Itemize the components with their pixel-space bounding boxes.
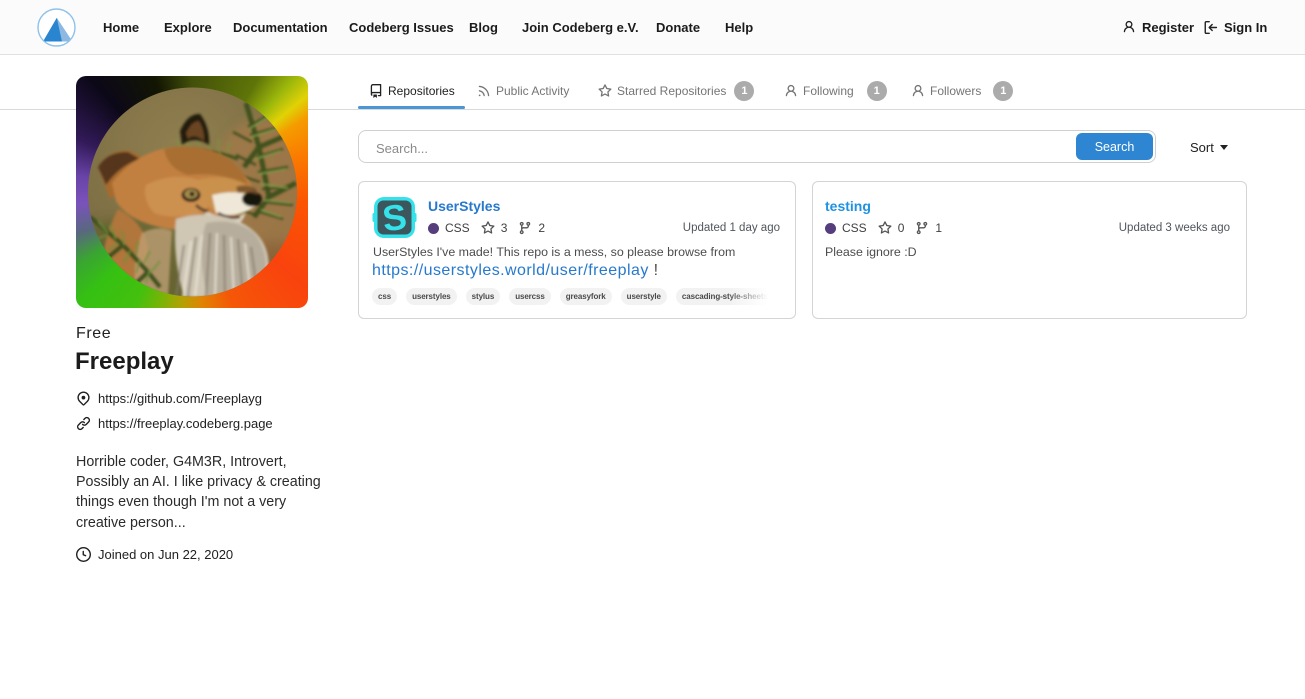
svg-text:S: S xyxy=(380,196,409,240)
